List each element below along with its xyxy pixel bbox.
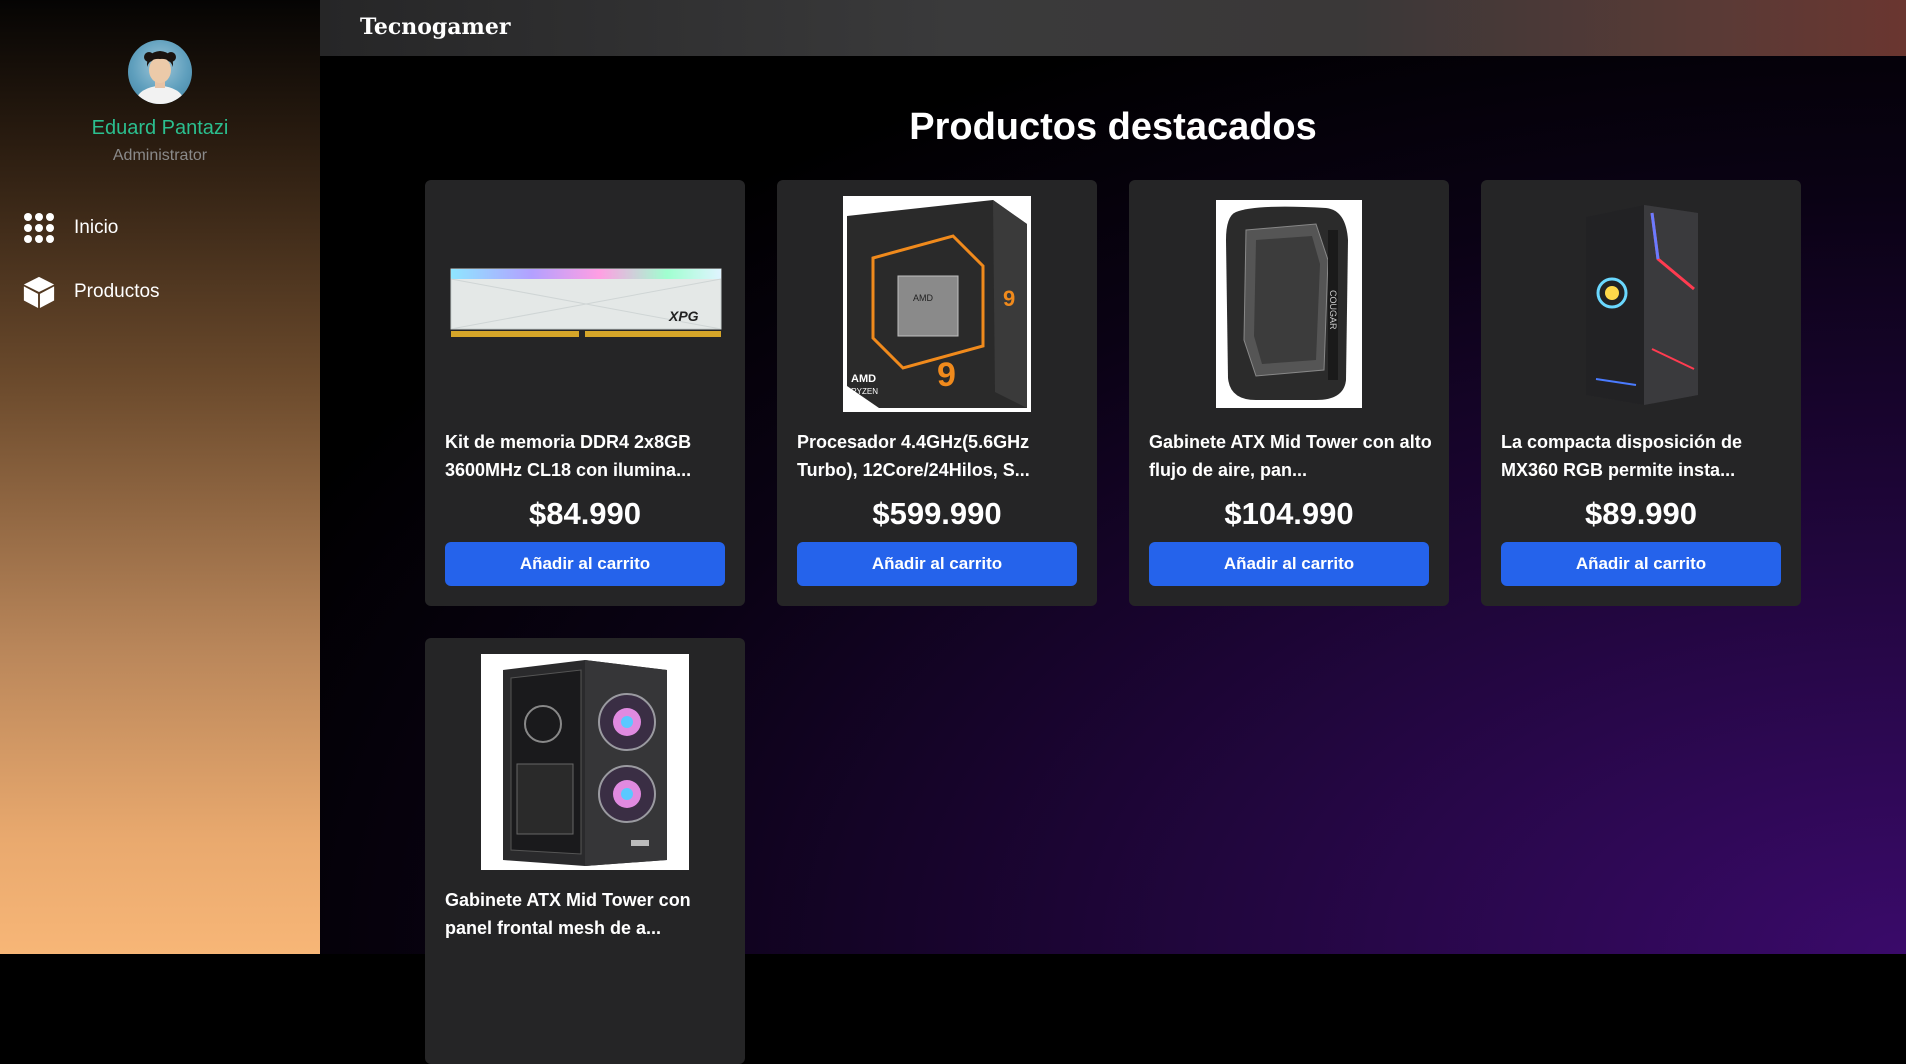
grid-dots-icon xyxy=(22,211,56,245)
add-to-cart-button[interactable]: Añadir al carrito xyxy=(1501,542,1781,586)
rgb-case-image[interactable] xyxy=(1501,196,1781,412)
sidebar-item-productos[interactable]: Productos xyxy=(22,272,160,312)
svg-text:XPG: XPG xyxy=(668,308,699,324)
sidebar-item-inicio[interactable]: Inicio xyxy=(22,208,118,248)
brand-logo[interactable]: Tecnogamer xyxy=(360,14,510,40)
add-to-cart-button[interactable]: Añadir al carrito xyxy=(445,542,725,586)
add-to-cart-button[interactable]: Añadir al carrito xyxy=(1149,542,1429,586)
sidebar-item-label: Productos xyxy=(74,281,160,302)
product-price: $599.990 xyxy=(872,496,1002,531)
product-name[interactable]: La compacta disposición de MX360 RGB per… xyxy=(1501,428,1785,484)
main-content: Productos destacados XPG Kit de memoria … xyxy=(320,56,1906,1064)
product-card: COUGAR Gabinete ATX Mid Tower con alto f… xyxy=(1129,180,1449,606)
product-name[interactable]: Procesador 4.4GHz(5.6GHz Turbo), 12Core/… xyxy=(797,428,1081,484)
user-role: Administrator xyxy=(112,147,208,164)
product-card: Gabinete ATX Mid Tower con panel frontal… xyxy=(425,638,745,1064)
sidebar: Eduard Pantazi Administrator Inicio Prod… xyxy=(0,0,320,954)
ram-module-image[interactable]: XPG xyxy=(445,196,725,412)
avatar[interactable] xyxy=(128,40,192,104)
page-title: Productos destacados xyxy=(909,106,1317,148)
product-card: AMD 9 9 AMD RYZEN Procesador 4.4GHz(5.6G… xyxy=(777,180,1097,606)
product-card: XPG Kit de memoria DDR4 2x8GB 3600MHz CL… xyxy=(425,180,745,606)
svg-text:9: 9 xyxy=(937,356,956,394)
product-name[interactable]: Gabinete ATX Mid Tower con alto flujo de… xyxy=(1149,428,1433,484)
pc-case-image[interactable]: COUGAR xyxy=(1149,196,1429,412)
user-name: Eduard Pantazi xyxy=(91,117,229,139)
add-to-cart-button[interactable]: Añadir al carrito xyxy=(797,542,1077,586)
cpu-box-image[interactable]: AMD 9 9 AMD RYZEN xyxy=(797,196,1077,412)
product-price: $104.990 xyxy=(1224,496,1354,531)
svg-text:RYZEN: RYZEN xyxy=(851,387,878,396)
svg-text:COUGAR: COUGAR xyxy=(1328,290,1338,330)
product-card: La compacta disposición de MX360 RGB per… xyxy=(1481,180,1801,606)
svg-text:AMD: AMD xyxy=(851,373,876,385)
product-price: $89.990 xyxy=(1584,496,1698,531)
box-icon xyxy=(22,275,56,309)
product-name[interactable]: Kit de memoria DDR4 2x8GB 3600MHz CL18 c… xyxy=(445,428,729,484)
svg-text:AMD: AMD xyxy=(913,293,934,303)
product-name[interactable]: Gabinete ATX Mid Tower con panel frontal… xyxy=(445,886,729,942)
sidebar-item-label: Inicio xyxy=(74,217,119,238)
svg-text:9: 9 xyxy=(1003,286,1015,311)
mesh-case-image[interactable] xyxy=(445,654,725,870)
product-price: $84.990 xyxy=(528,496,642,531)
top-bar: Tecnogamer xyxy=(320,0,1906,56)
